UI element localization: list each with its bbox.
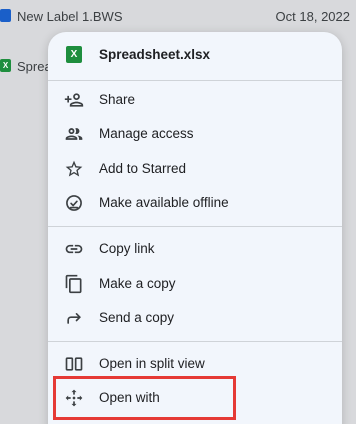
- file-date: Oct 18, 2022: [275, 9, 350, 24]
- star-icon: [64, 159, 84, 179]
- menu-item-label: Add to Starred: [99, 161, 187, 176]
- menu-item-label: Send a copy: [99, 310, 175, 325]
- menu-item-label: Open in split view: [99, 356, 205, 371]
- forward-arrow-icon: [64, 308, 84, 328]
- offline-check-icon: [64, 193, 84, 213]
- link-icon: [64, 239, 84, 259]
- menu-item-label: Copy link: [99, 241, 155, 256]
- file-name: Sprea: [17, 59, 52, 74]
- menu-item-send-a-copy[interactable]: Send a copy: [48, 301, 342, 335]
- person-add-icon: [64, 90, 84, 110]
- people-icon: [64, 124, 84, 144]
- copy-icon: [64, 274, 84, 294]
- spreadsheet-icon: X: [66, 46, 82, 63]
- split-view-icon: [64, 354, 84, 374]
- highlight-box: [53, 376, 236, 420]
- menu-item-make-available-offline[interactable]: Make available offline: [48, 186, 342, 220]
- context-menu: X Spreadsheet.xlsx Share Manage access A…: [48, 32, 342, 424]
- document-icon: [0, 9, 11, 22]
- menu-item-add-to-starred[interactable]: Add to Starred: [48, 152, 342, 186]
- divider: [48, 226, 342, 227]
- menu-item-label: Manage access: [99, 126, 194, 141]
- menu-item-label: Make available offline: [99, 195, 229, 210]
- spreadsheet-icon: X: [0, 59, 11, 72]
- menu-item-label: Make a copy: [99, 276, 176, 291]
- menu-item-make-a-copy[interactable]: Make a copy: [48, 267, 342, 301]
- divider: [48, 80, 342, 81]
- menu-title: Spreadsheet.xlsx: [99, 47, 211, 62]
- menu-item-share[interactable]: Share: [48, 83, 342, 117]
- file-name: New Label 1.BWS: [17, 9, 123, 24]
- file-row[interactable]: New Label 1.BWS Oct 18, 2022: [0, 0, 356, 34]
- menu-header: X Spreadsheet.xlsx: [48, 32, 342, 80]
- divider: [48, 341, 342, 342]
- menu-item-label: Share: [99, 92, 136, 107]
- menu-item-manage-access[interactable]: Manage access: [48, 117, 342, 151]
- menu-item-copy-link[interactable]: Copy link: [48, 232, 342, 266]
